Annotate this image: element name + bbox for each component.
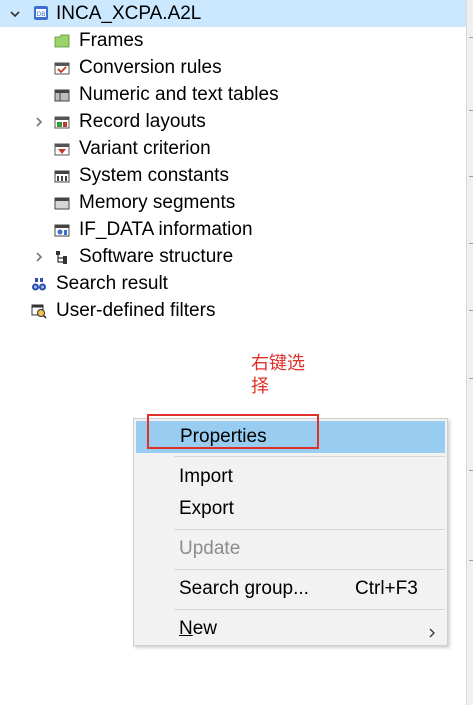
chevron-right-icon[interactable] (33, 251, 45, 263)
annotation-line-1: 右键选 (251, 353, 305, 374)
tree-item-label: Numeric and text tables (79, 84, 279, 105)
tree-item-label: User-defined filters (56, 300, 216, 321)
mnemonic-letter: N (179, 618, 193, 639)
menu-item-label-rest: ew (192, 618, 218, 639)
tree-item-label: Memory segments (79, 192, 236, 213)
tree-item-label: Record layouts (79, 111, 206, 132)
menu-separator (174, 609, 445, 610)
tree-item-label: System constants (79, 165, 229, 186)
tree-item-label: Variant criterion (79, 138, 211, 159)
tables-icon (54, 87, 70, 103)
if-data-icon (54, 222, 70, 238)
menu-item-label: New (179, 614, 217, 644)
tree-item-label: Conversion rules (79, 57, 222, 78)
tree-item-label: IF_DATA information (79, 219, 253, 240)
svg-text:DB: DB (37, 11, 46, 18)
menu-item-export[interactable]: Export (136, 494, 445, 524)
menu-separator (174, 569, 445, 570)
tree-item-label: Frames (79, 30, 144, 51)
annotation-highlight-box (147, 414, 319, 449)
menu-item-import[interactable]: Import (136, 462, 445, 492)
chevron-down-icon[interactable] (9, 8, 21, 20)
menu-item-label: Search group... (179, 578, 309, 599)
menu-separator (174, 529, 445, 530)
menu-item-label: Import (179, 466, 233, 487)
filter-icon (31, 303, 47, 319)
menu-item-update: Update (136, 534, 445, 564)
submenu-arrow-icon (427, 623, 437, 638)
database-icon: DB (33, 5, 49, 21)
tree-root-row[interactable]: DB INCA_XCPA.A2L (0, 0, 466, 27)
folder-icon (54, 33, 70, 49)
record-layouts-icon (54, 114, 70, 130)
menu-item-shortcut: Ctrl+F3 (355, 578, 418, 599)
pane-splitter[interactable] (466, 0, 473, 705)
system-constants-icon (54, 168, 70, 184)
tree-item-label: Search result (56, 273, 168, 294)
conversion-rules-icon (54, 60, 70, 76)
menu-item-new[interactable]: New (136, 614, 445, 644)
menu-item-label: Update (179, 538, 241, 559)
menu-item-label: Export (179, 498, 234, 519)
annotation-line-2: 择 (251, 376, 269, 397)
annotation-text: 右键选 择 (251, 352, 321, 398)
menu-separator (174, 456, 445, 457)
tree-root-label: INCA_XCPA.A2L (56, 3, 202, 24)
binoculars-icon (31, 276, 47, 292)
variant-criterion-icon (54, 141, 70, 157)
chevron-right-icon[interactable] (33, 116, 45, 128)
tree-item-label: Software structure (79, 246, 234, 267)
hierarchy-icon (54, 249, 70, 265)
context-menu: Properties Import Export Update Search g… (133, 418, 448, 646)
memory-segments-icon (54, 195, 70, 211)
menu-item-search-group[interactable]: Search group... Ctrl+F3 (136, 574, 445, 604)
